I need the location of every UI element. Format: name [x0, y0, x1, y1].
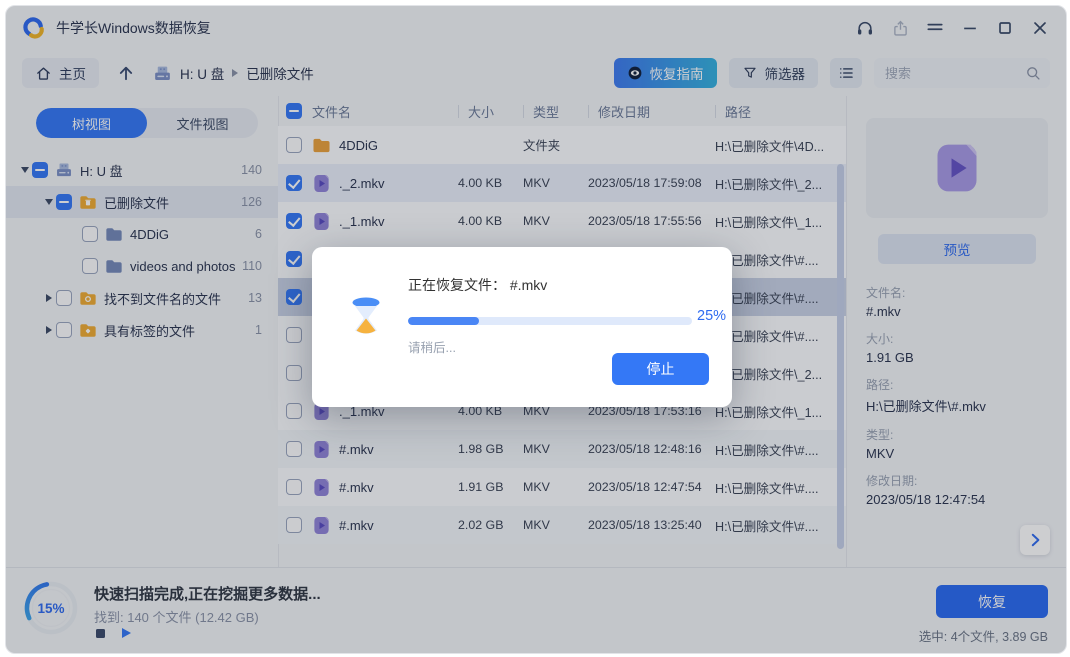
stop-button[interactable]: 停止: [612, 353, 709, 385]
please-wait-text: 请稍后...: [408, 337, 456, 356]
recovery-dialog: 正在恢复文件： #.mkv 25% 请稍后... 停止: [312, 247, 732, 407]
recovering-file-text: 正在恢复文件： #.mkv: [408, 275, 547, 295]
recovery-percent: 25%: [697, 308, 726, 324]
recovery-progress-bar: [408, 317, 692, 325]
hourglass-icon: [348, 297, 384, 339]
recovery-progress-fill: [408, 317, 479, 325]
app-window: 牛学长Windows数据恢复: [5, 5, 1067, 654]
